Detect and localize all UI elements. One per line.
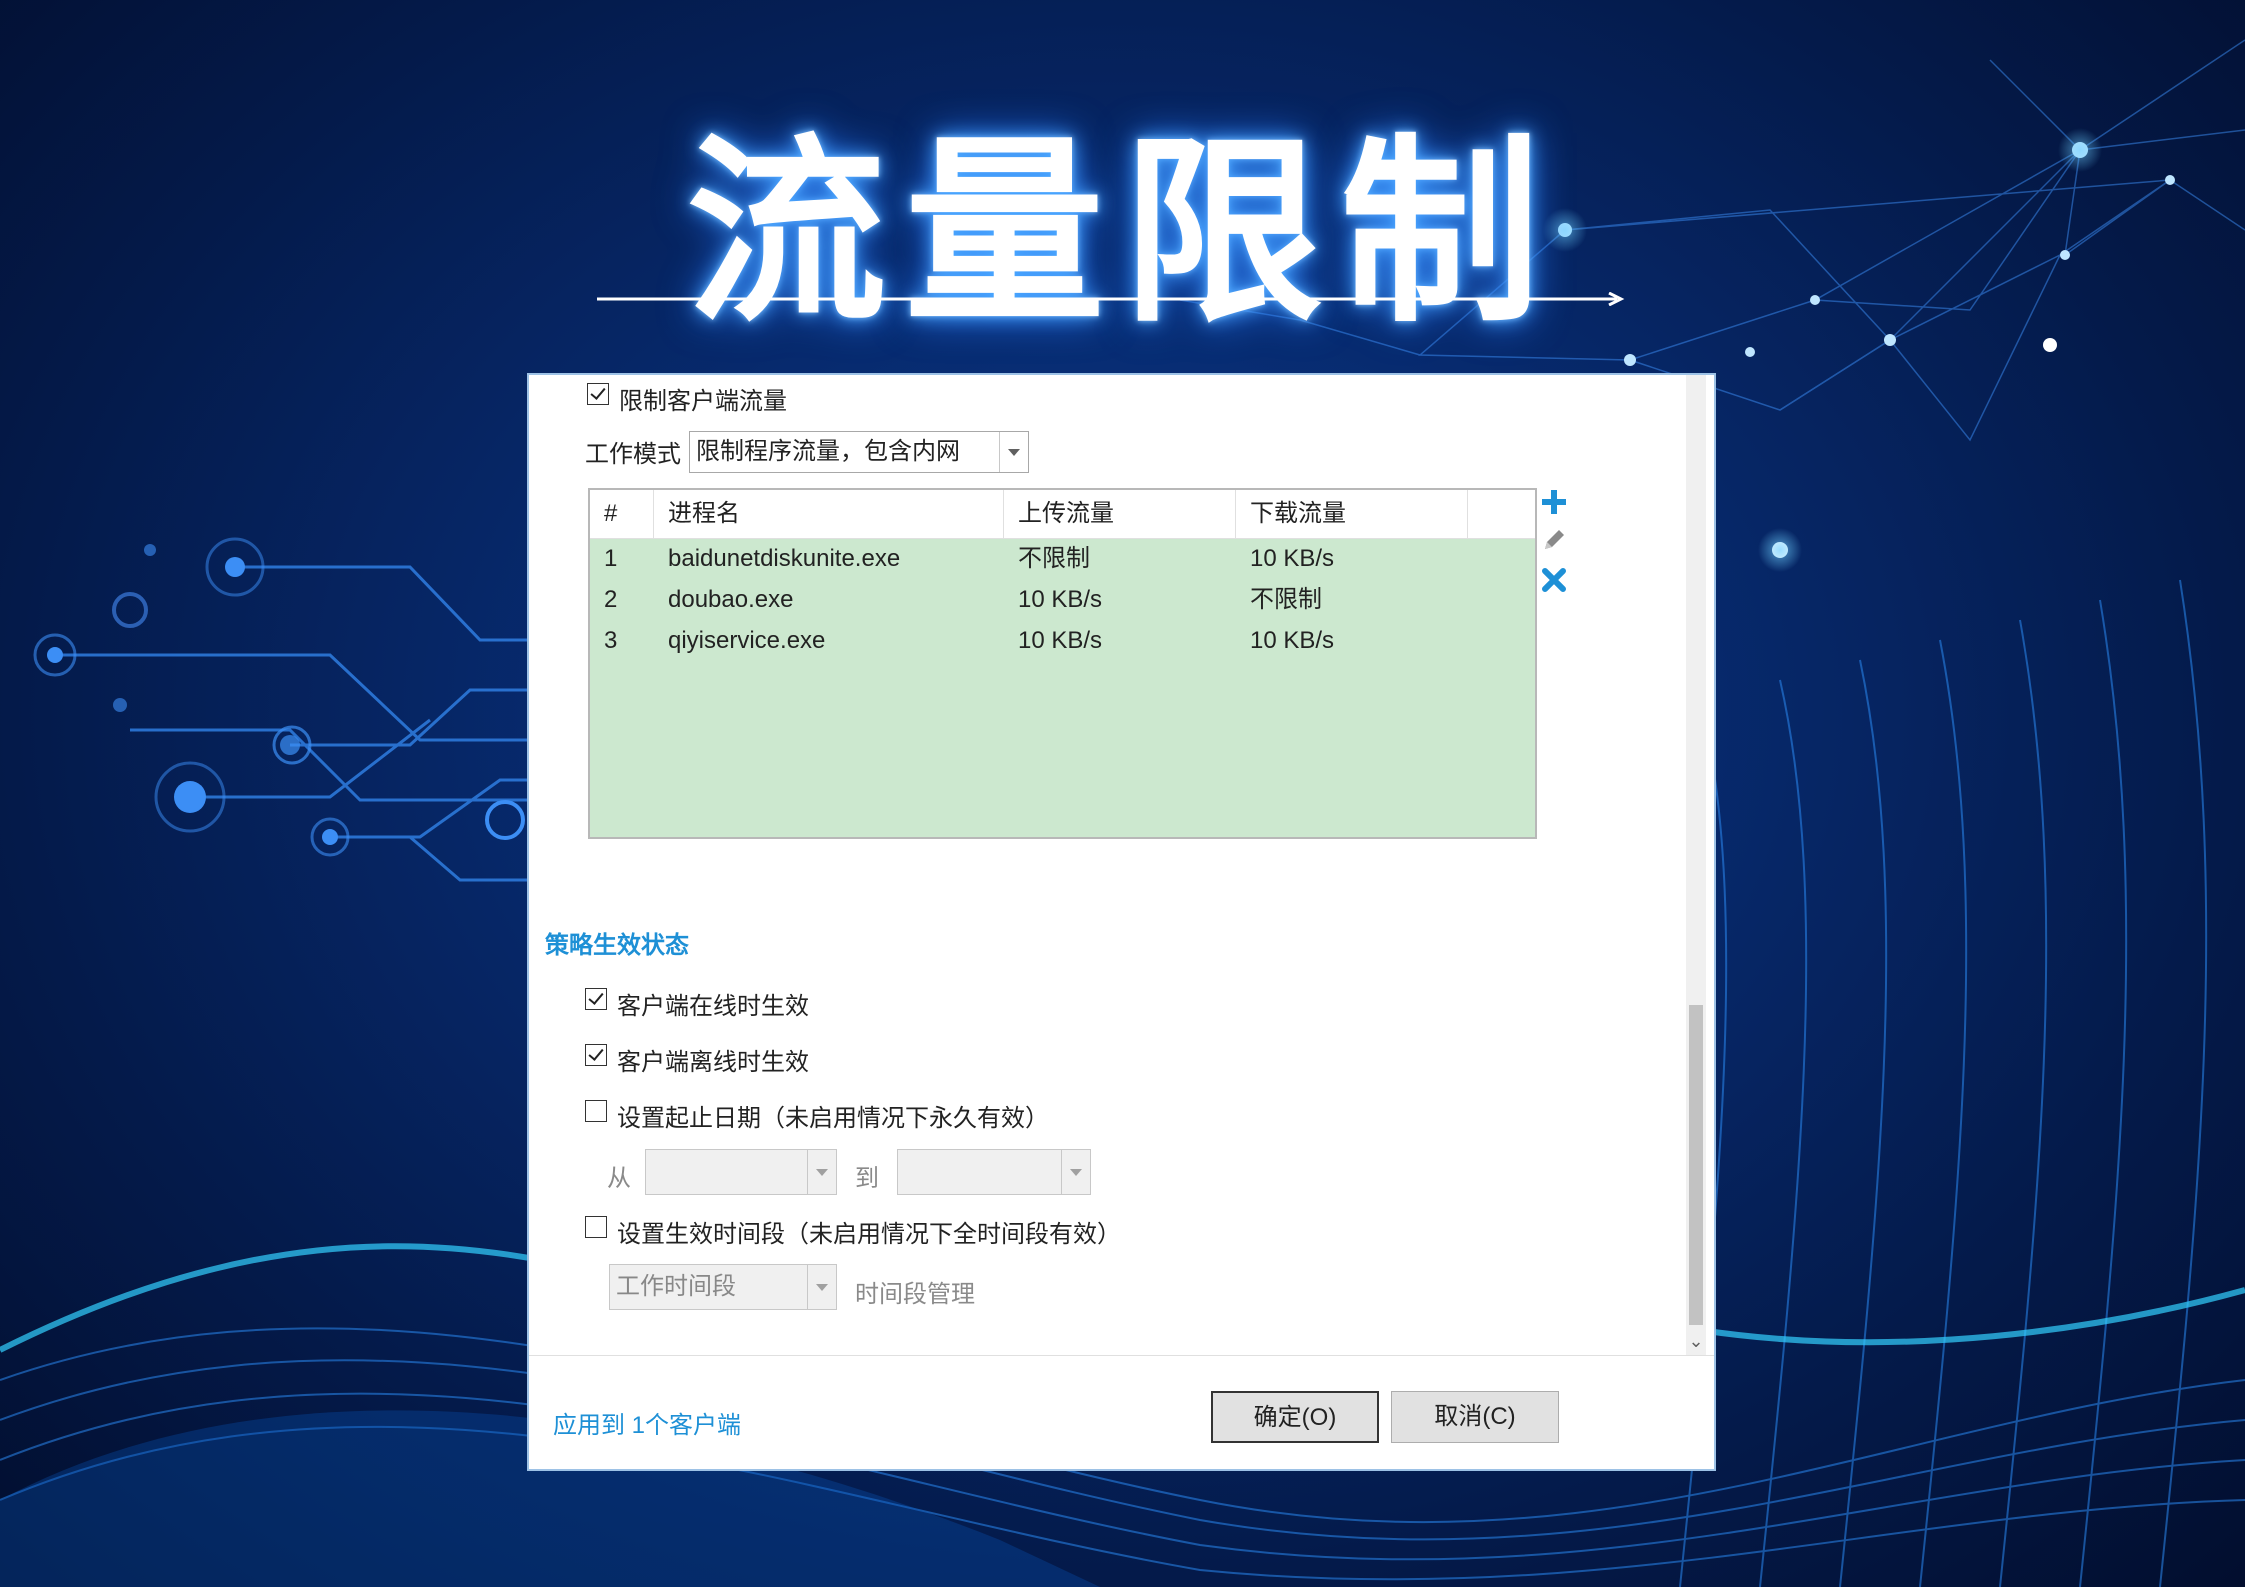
online-effective-checkbox[interactable] [585, 988, 607, 1010]
table-row[interactable]: 3 qiyiservice.exe 10 KB/s 10 KB/s [590, 620, 1535, 661]
offline-effective-label: 客户端离线时生效 [617, 1049, 809, 1076]
cancel-button[interactable]: 取消(C) [1391, 1391, 1559, 1443]
time-period-select[interactable]: 工作时间段 [609, 1264, 837, 1310]
add-icon[interactable] [1539, 487, 1569, 517]
apply-to-clients-link[interactable]: 应用到 1个客户端 [553, 1405, 741, 1440]
time-period-value: 工作时间段 [616, 1273, 736, 1300]
footer-divider [529, 1355, 1714, 1356]
cell-index: 3 [604, 627, 618, 654]
page-title: 流量限制 [686, 117, 1559, 350]
cell-upload: 不限制 [1018, 545, 1090, 572]
table-row[interactable]: 2 doubao.exe 10 KB/s 不限制 [590, 579, 1535, 620]
chevron-down-icon [999, 432, 1028, 472]
title-arrow-decoration [597, 292, 1625, 306]
cell-upload: 10 KB/s [1018, 627, 1103, 654]
time-range-label: 设置生效时间段（未启用情况下全时间段有效） [617, 1221, 1121, 1248]
chevron-down-icon [807, 1265, 836, 1309]
work-mode-value: 限制程序流量，包含内网 [696, 438, 960, 465]
work-mode-select[interactable]: 限制程序流量，包含内网 [689, 431, 1029, 473]
date-from-picker[interactable] [645, 1149, 837, 1195]
work-mode-label: 工作模式 [585, 441, 681, 468]
column-header-process-name[interactable]: 进程名 [654, 490, 1004, 538]
column-header-download[interactable]: 下载流量 [1236, 490, 1468, 538]
limit-traffic-checkbox[interactable] [587, 383, 609, 405]
column-header-index[interactable]: # [590, 490, 654, 538]
ok-button[interactable]: 确定(O) [1211, 1391, 1379, 1443]
offline-effective-checkbox[interactable] [585, 1044, 607, 1066]
online-effective-label: 客户端在线时生效 [617, 993, 809, 1020]
date-range-label: 设置起止日期（未启用情况下永久有效） [617, 1105, 1049, 1132]
date-from-label: 从 [607, 1165, 631, 1192]
table-header: # 进程名 上传流量 下载流量 [590, 490, 1535, 539]
scrollbar-thumb[interactable] [1689, 1005, 1703, 1325]
cell-download: 10 KB/s [1250, 545, 1335, 572]
cell-upload: 10 KB/s [1018, 586, 1103, 613]
cell-process-name: doubao.exe [668, 586, 794, 613]
policy-section-title: 策略生效状态 [545, 932, 689, 959]
cell-download: 10 KB/s [1250, 627, 1335, 654]
time-range-checkbox[interactable] [585, 1216, 607, 1238]
date-range-checkbox[interactable] [585, 1100, 607, 1122]
cell-process-name: qiyiservice.exe [668, 627, 826, 654]
vertical-scrollbar[interactable]: ⌄ [1686, 375, 1706, 1355]
date-to-picker[interactable] [897, 1149, 1091, 1195]
process-table: # 进程名 上传流量 下载流量 1 baidunetdiskunite.exe … [588, 488, 1537, 839]
traffic-limit-dialog: 限制客户端流量 工作模式 限制程序流量，包含内网 # 进程名 上传流量 下载流量… [527, 373, 1716, 1471]
scroll-down-chevron-icon[interactable]: ⌄ [1686, 1329, 1706, 1353]
chevron-down-icon [1061, 1150, 1090, 1194]
cell-index: 2 [604, 586, 618, 613]
table-row[interactable]: 1 baidunetdiskunite.exe 不限制 10 KB/s [590, 538, 1535, 579]
limit-traffic-label: 限制客户端流量 [619, 388, 787, 415]
chevron-down-icon [807, 1150, 836, 1194]
cell-process-name: baidunetdiskunite.exe [668, 545, 901, 572]
column-header-upload[interactable]: 上传流量 [1004, 490, 1236, 538]
delete-x-icon[interactable] [1539, 565, 1569, 595]
cell-index: 1 [604, 545, 618, 572]
time-period-manage-link[interactable]: 时间段管理 [855, 1274, 975, 1309]
cell-download: 不限制 [1250, 586, 1322, 613]
date-to-label: 到 [855, 1165, 879, 1192]
edit-pencil-icon[interactable] [1539, 525, 1569, 555]
